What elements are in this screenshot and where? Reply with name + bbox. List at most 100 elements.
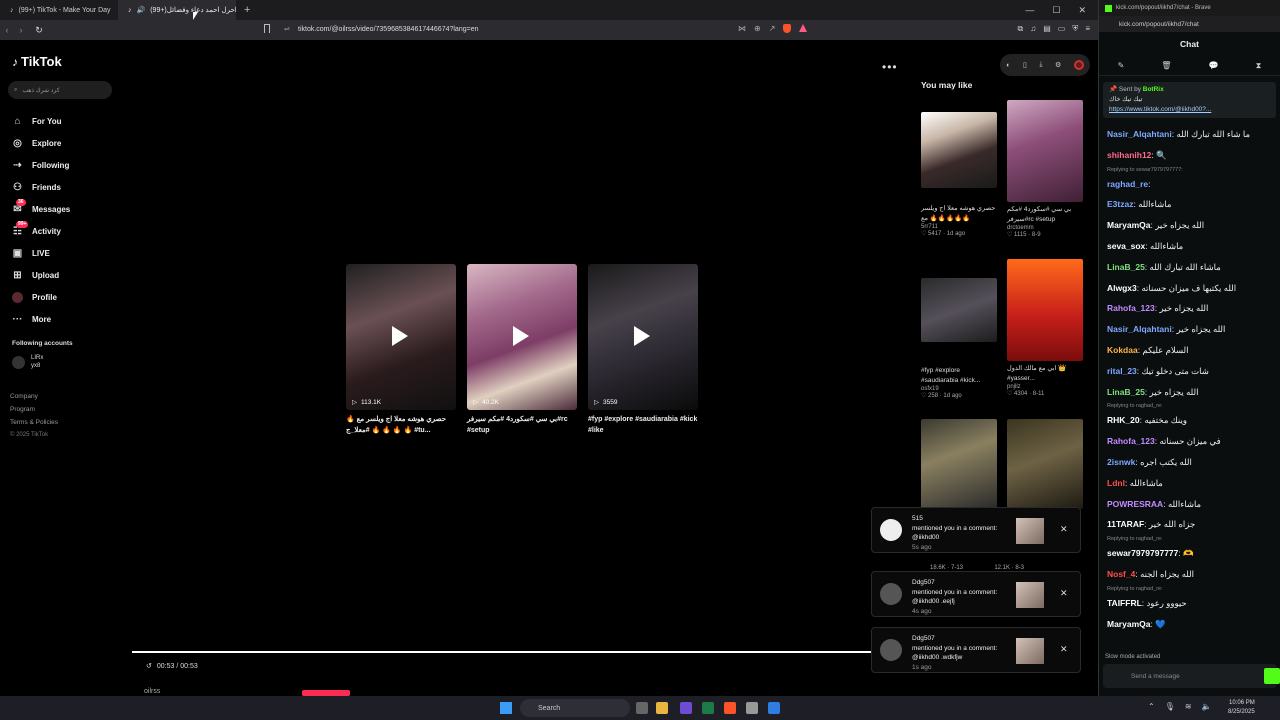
recommended-video[interactable]: حصري هوشه معلا اج ويلسر مع 🔥🔥🔥🔥🔥 5rr711 … [921,112,997,237]
site-info-icon[interactable]: ⇌ [284,25,290,33]
video-thumbnail[interactable] [1007,419,1083,509]
video-card[interactable]: ▷ 3559 #fyp #explore #saudiarabia #kick #… [588,264,698,436]
video-progress-bar[interactable] [132,651,892,653]
chat-username[interactable]: shihanih12 [1107,150,1151,160]
video-caption[interactable]: حصري هوشه معلا اج ويلسر مع 🔥 🔥 🔥 🔥 🔥 #مع… [346,414,456,436]
download-icon[interactable]: ⤓ [1039,61,1042,69]
reader-icon[interactable]: ⋈ [738,24,746,33]
hourglass-icon[interactable]: ⧗ [1256,61,1262,71]
video-caption[interactable]: #fyp #explore #saudiarabia #kick #like [588,414,698,436]
sidebar-item-following[interactable]: ⇢ Following [12,154,116,176]
close-icon[interactable]: ✕ [1060,524,1068,535]
close-icon[interactable]: ✕ [1060,644,1068,655]
close-icon[interactable]: ✕ [1060,588,1068,599]
chat-message[interactable]: Nasir_Alqahtani: ما شاء الله تبارك الله [1107,124,1272,145]
video-author[interactable]: oilrss [144,688,160,695]
sidebar-item-live[interactable]: ▣ LIVE [12,242,116,264]
footer-link-company[interactable]: Company [10,390,58,403]
new-tab-button[interactable]: + [236,4,258,16]
chat-username[interactable]: E3tzaz [1107,199,1133,209]
wallet-icon[interactable]: ▭ [1058,24,1066,34]
video-thumbnail[interactable] [921,278,997,342]
sidebar-item-messages[interactable]: ✉ 36 Messages [12,198,116,220]
video-thumbnail[interactable]: ▷ 113.1K [346,264,456,410]
vpn-icon[interactable]: ⛨ [1072,24,1078,34]
chat-message[interactable]: POWRESRAA: ماشاءالله [1107,494,1272,515]
chat-username[interactable]: POWRESRAA [1107,499,1163,509]
extensions-icon[interactable]: ⧉ [1017,24,1023,34]
close-window-icon[interactable]: ✕ [1078,5,1086,16]
sidebar-icon[interactable]: ▤ [1043,24,1051,34]
video-card[interactable]: ▷ 40.2K بي سي #سكورد4 #مكم سيرفر#rc #setu… [467,264,577,436]
chat-username[interactable]: sewar7979797777 [1107,548,1178,558]
search-input[interactable]: ⌕ كرد شرك ذهب [8,81,112,99]
chat-message[interactable]: RHK_20: وينك مختفيه [1107,410,1272,431]
chat-message[interactable]: raghad_re: [1107,174,1272,195]
chat-username[interactable]: Nasir_Alqahtani [1107,129,1172,139]
back-icon[interactable]: ‹ [0,25,14,35]
chat-username[interactable]: MaryamQa [1107,220,1150,230]
more-options-icon[interactable]: ••• [882,60,898,74]
video-card[interactable]: ▷ 113.1K حصري هوشه معلا اج ويلسر مع 🔥 🔥 🔥… [346,264,456,436]
pin-icon[interactable]: ✎ [1118,61,1125,70]
chat-message[interactable]: Kokdaa: السلام عليكم [1107,340,1272,361]
chat-message[interactable]: shihanih12: 🔍 [1107,145,1272,166]
recommended-video[interactable]: ابي مع مالك الدول 👑 #yasser... pnjllz ♡ … [1007,259,1083,397]
chat-message[interactable]: Alwgx3: الله يكتبها ف ميزان حسناته [1107,278,1272,299]
speed-icon[interactable]: ◐ [1006,62,1010,69]
bookmark-icon[interactable] [264,24,270,33]
video-thumbnail[interactable]: ▷ 3559 [588,264,698,410]
chat-message[interactable]: 2isnwk: الله يكتب اجره [1107,452,1272,473]
footer-link-terms[interactable]: Terms & Policies [10,416,58,429]
chat-username[interactable]: LinaB_25 [1107,387,1145,397]
url-field[interactable]: tiktok.com/@oilrss/video/735968538461744… [298,26,479,33]
chat-username[interactable]: raghad_re [1107,179,1148,189]
chat-username[interactable]: MaryamQa [1107,619,1150,629]
sidebar-item-profile[interactable]: Profile [12,286,116,308]
forward-icon[interactable]: › [14,25,28,35]
excel-icon[interactable] [702,702,714,714]
chat-username[interactable]: Nosf_4 [1107,569,1135,579]
sidebar-item-for-you[interactable]: ⌂ For You [12,110,116,132]
task-view-icon[interactable] [636,702,648,714]
brave-rewards-icon[interactable] [799,24,808,32]
chat-message[interactable]: LinaB_25: الله يجزاه خير [1107,382,1272,403]
footer-link-program[interactable]: Program [10,403,58,416]
reload-icon[interactable]: ↻ [32,25,46,36]
chat-message[interactable]: Nasir_Alqahtani: الله يجزاه خير [1107,319,1272,340]
recommended-video[interactable]: #fyp #explore #saudiarabia #kick... osfx… [921,278,997,399]
chat-message[interactable]: sewar7979797777: 🫶 [1107,543,1272,564]
chat-username[interactable]: RHK_20 [1107,415,1140,425]
video-thumbnail[interactable] [1007,259,1083,361]
discord-icon[interactable] [680,702,692,714]
video-thumbnail[interactable]: ▷ 40.2K [467,264,577,410]
recommended-video[interactable] [921,419,997,509]
chat-username[interactable]: Rahofa_123 [1107,436,1155,446]
chrome-icon[interactable] [746,702,758,714]
taskbar-search[interactable]: Search [520,699,630,717]
settings-icon[interactable]: ⚙ [1055,61,1061,69]
chat-message[interactable]: Ldnl: ماشاءالله [1107,473,1272,494]
zoom-icon[interactable]: ⊕ [754,24,761,33]
chat-message[interactable]: MaryamQa: 💙 [1107,614,1272,635]
minimize-icon[interactable]: — [1025,5,1034,16]
chat-message[interactable]: Rahofa_123: الله يجزاه خير [1107,298,1272,319]
chat-message[interactable]: seva_sox: ماشاءالله [1107,236,1272,257]
chat-bubble-icon[interactable]: 💬 [1209,61,1219,70]
chevron-up-icon[interactable]: ⌃ [1148,702,1155,711]
chat-username[interactable]: Kokdaa [1107,345,1138,355]
pinned-message[interactable]: 📌 Sent by BotRix تيك تيك خاك https://www… [1103,82,1276,118]
chat-username[interactable]: 11TARAF [1107,519,1144,529]
tiktok-logo[interactable]: ♪ TikTok [12,54,62,69]
pinned-link[interactable]: https://www.tiktok.com/@iikhd00?... [1109,105,1270,115]
video-caption[interactable]: بي سي #سكورد4 #مكم سيرفر#rc #setup [467,414,577,436]
audio-icon[interactable]: 🔊 [137,6,146,14]
chat-message[interactable]: 11TARAF: جزاه الله خير [1107,514,1272,535]
video-thumbnail[interactable] [921,112,997,188]
chat-input[interactable]: Send a message [1103,664,1277,688]
menu-icon[interactable]: ≡ [1085,24,1090,34]
mobile-icon[interactable]: ▯ [1023,61,1027,69]
chat-username[interactable]: 2isnwk [1107,457,1135,467]
chat-username[interactable]: seva_sox [1107,241,1145,251]
wifi-icon[interactable]: ≋ [1185,702,1192,711]
